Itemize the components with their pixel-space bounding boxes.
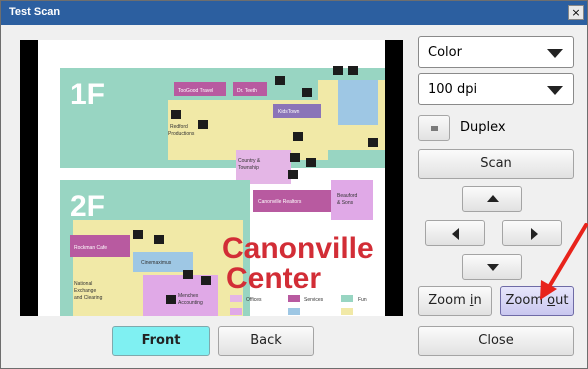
front-button[interactable]: Front [112,326,210,356]
dropdown-arrow-icon [547,49,563,58]
zoom-in-label-post: n [473,293,482,308]
map-heading-line2: Center [226,262,321,295]
scan-button[interactable]: Scan [418,149,574,179]
annotation-arrow-icon [540,223,588,300]
arrow-down-icon [487,264,499,271]
legend-offices: Offices [246,297,262,303]
color-mode-value: Color [428,45,462,60]
map-heading-line1: Canonville [222,232,374,265]
legend-services: Services [304,297,324,303]
close-button[interactable]: Close [418,326,574,356]
dropdown-arrow-icon [547,86,563,95]
store-label: Productions [168,131,195,137]
floor-2-label: 2F [70,190,105,223]
title-bar: Test Scan × [1,1,587,25]
resolution-value: 100 dpi [428,82,478,97]
duplex-label: Duplex [460,120,506,135]
close-button-label: Close [478,333,514,348]
checkbox-mark-icon [431,126,438,131]
color-mode-select[interactable]: Color [418,36,574,68]
floor-1-label: 1F [70,78,105,111]
store-label: Rockman Cafe [74,245,107,251]
arrow-right-icon [531,228,538,240]
back-button-label: Back [250,333,282,348]
store-label: Beauford [337,193,358,199]
pan-down-button[interactable] [462,254,522,280]
scanned-mall-map: 1F 2F TooGood Travel Dr. Teeth KidsTown … [38,40,385,316]
duplex-checkbox[interactable] [418,115,450,141]
store-label: Exchange [74,288,96,294]
pan-left-button[interactable] [425,220,485,246]
scan-preview: 1F 2F TooGood Travel Dr. Teeth KidsTown … [20,40,403,316]
store-label: KidsTown [278,109,300,115]
zoom-in-label-pre: Zoom [428,293,470,308]
store-label: Accounting [178,300,203,306]
back-button[interactable]: Back [218,326,314,356]
zoom-in-button[interactable]: Zoom in [418,286,492,316]
store-label: Menchex [178,293,199,299]
store-label: Canonville Realtors [258,199,302,205]
store-label: TooGood Travel [178,88,213,94]
scan-button-label: Scan [480,156,512,171]
store-label: & Sons [337,200,354,206]
legend-fun: Fun [358,297,367,303]
arrow-left-icon [452,228,459,240]
pan-up-button[interactable] [462,186,522,212]
store-label: National [74,281,92,287]
store-label: Redford [170,124,188,130]
arrow-up-icon [487,195,499,202]
store-label: Country & [238,158,261,164]
resolution-select[interactable]: 100 dpi [418,73,574,105]
store-label: Cinemaximus [141,260,172,266]
store-label: Township [238,165,259,171]
close-icon[interactable]: × [568,5,584,20]
duplex-toggle[interactable]: Duplex [418,115,538,141]
window-title: Test Scan [9,6,61,18]
store-label: Dr. Teeth [237,88,257,94]
store-label: and Clearing [74,295,103,301]
front-button-label: Front [141,333,181,348]
